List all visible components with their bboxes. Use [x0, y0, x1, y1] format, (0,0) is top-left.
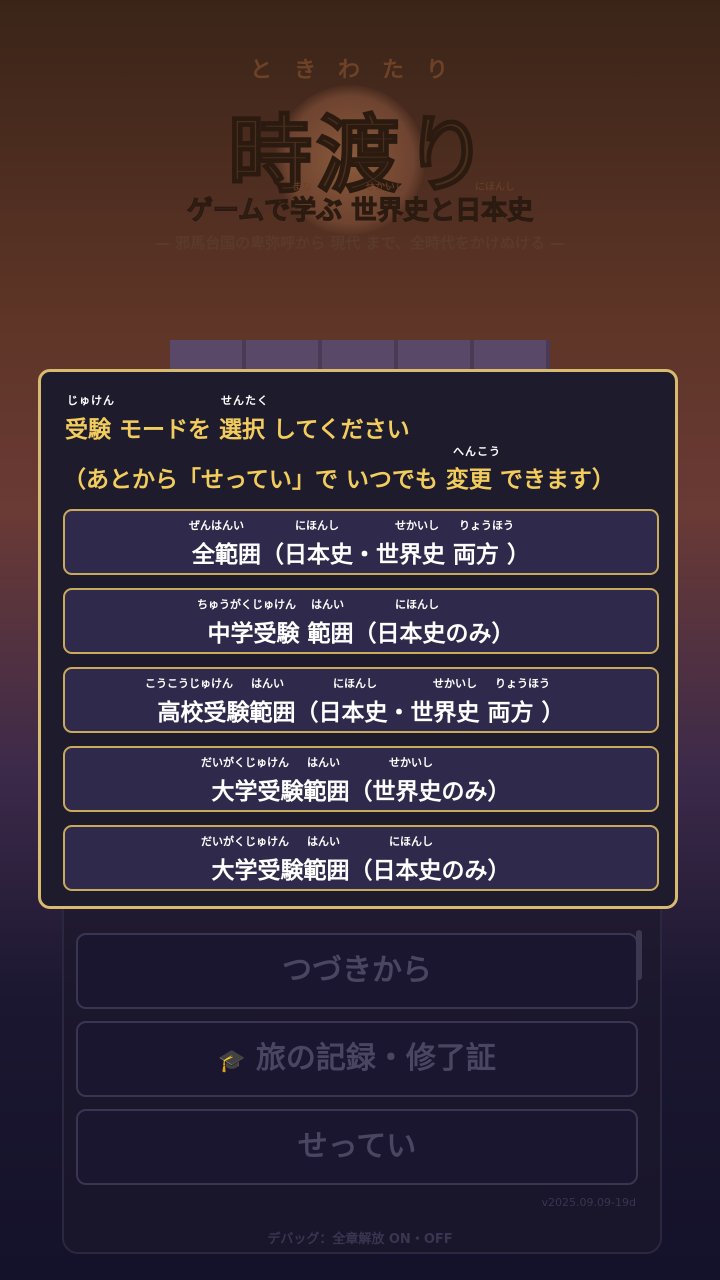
option-university-japanese-history[interactable]: だいがくじゅけん はんい にほんし 大学受験範囲（日本史のみ） — [63, 825, 659, 891]
heading-ruby-jyuken: じゅけん — [67, 394, 115, 407]
option-label: 大学受験範囲（世界史のみ） — [211, 779, 511, 805]
game-tagline: — 邪馬台国の卑弥呼から 現代 まで、全時代をかけぬける — — [154, 234, 566, 252]
version-label: v2025.09.09-19d — [541, 1196, 636, 1209]
option-all-range[interactable]: ぜんはんい にほんし せかいし りょうほう 全範囲（日本史・世界史 両方 ） — [63, 509, 659, 575]
option-junior-high-exam[interactable]: ちゅうがくじゅけん はんい にほんし 中学受験 範囲（日本史のみ） — [63, 588, 659, 654]
option-university-world-history[interactable]: だいがくじゅけん はんい せかいし 大学受験範囲（世界史のみ） — [63, 746, 659, 812]
option-label: 大学受験範囲（日本史のみ） — [211, 858, 511, 884]
travel-records-button[interactable]: 🎓 旅の記録・修了証 — [76, 1021, 638, 1097]
option-high-school-exam[interactable]: こうこうじゅけん はんい にほんし せかいし りょうほう 高校受験範囲（日本史・… — [63, 667, 659, 733]
debug-toggle[interactable]: デバッグ：全章解放 ON・OFF — [0, 1228, 720, 1247]
dialog-note: （あとから「せってい」で いつでも 変更 できます） — [63, 467, 615, 493]
menu-scrollbar[interactable] — [636, 930, 642, 980]
continue-button[interactable]: つづきから — [76, 933, 638, 1009]
graduation-cap-icon: 🎓 — [218, 1049, 246, 1074]
settings-button[interactable]: せってい — [76, 1109, 638, 1185]
heading-ruby-sentaku: せんたく — [221, 394, 269, 407]
exam-mode-dialog: じゅけん せんたく 受験 モードを 選択 してください へんこう （あとから「せ… — [38, 369, 678, 909]
option-label: 全範囲（日本史・世界史 両方 ） — [191, 542, 530, 568]
dialog-heading: 受験 モードを 選択 してください — [65, 417, 410, 443]
option-label: 中学受験 範囲（日本史のみ） — [207, 621, 515, 647]
travel-records-label: 旅の記録・修了証 — [255, 1041, 496, 1076]
option-label: 高校受験範囲（日本史・世界史 両方 ） — [157, 700, 565, 726]
note-ruby-henkou: へんこう — [453, 445, 501, 458]
title-ruby: ときわたり — [249, 58, 470, 83]
game-subtitle: ゲームで学ぶ 世界史と日本史 — [186, 196, 534, 227]
